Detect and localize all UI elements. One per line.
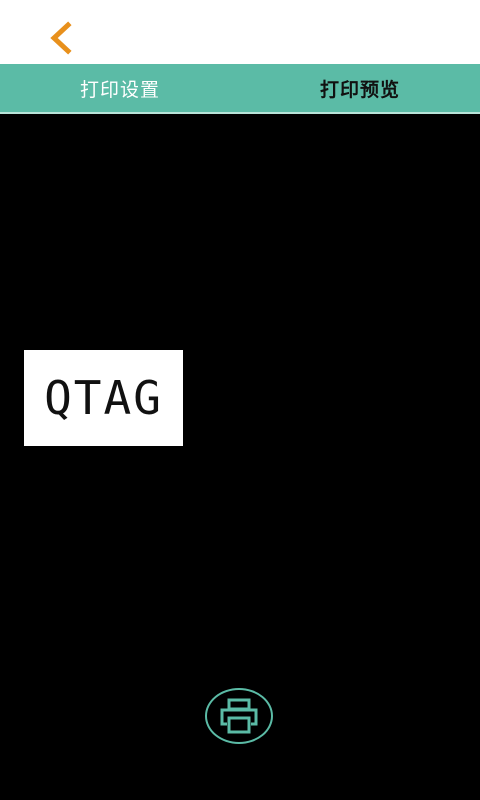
print-button[interactable] <box>205 688 273 744</box>
tab-bar: 打印设置 打印预览 <box>0 64 480 114</box>
printer-icon <box>220 698 258 734</box>
app-root: 打印设置 打印预览 QTAG <box>0 0 480 800</box>
tab-print-preview[interactable]: 打印预览 <box>240 64 480 112</box>
label-text: QTAG <box>44 371 163 425</box>
back-button[interactable] <box>40 18 80 58</box>
chevron-left-icon <box>50 21 72 55</box>
label-preview: QTAG <box>24 350 183 446</box>
top-bar <box>0 0 480 64</box>
tab-print-settings[interactable]: 打印设置 <box>0 64 240 112</box>
